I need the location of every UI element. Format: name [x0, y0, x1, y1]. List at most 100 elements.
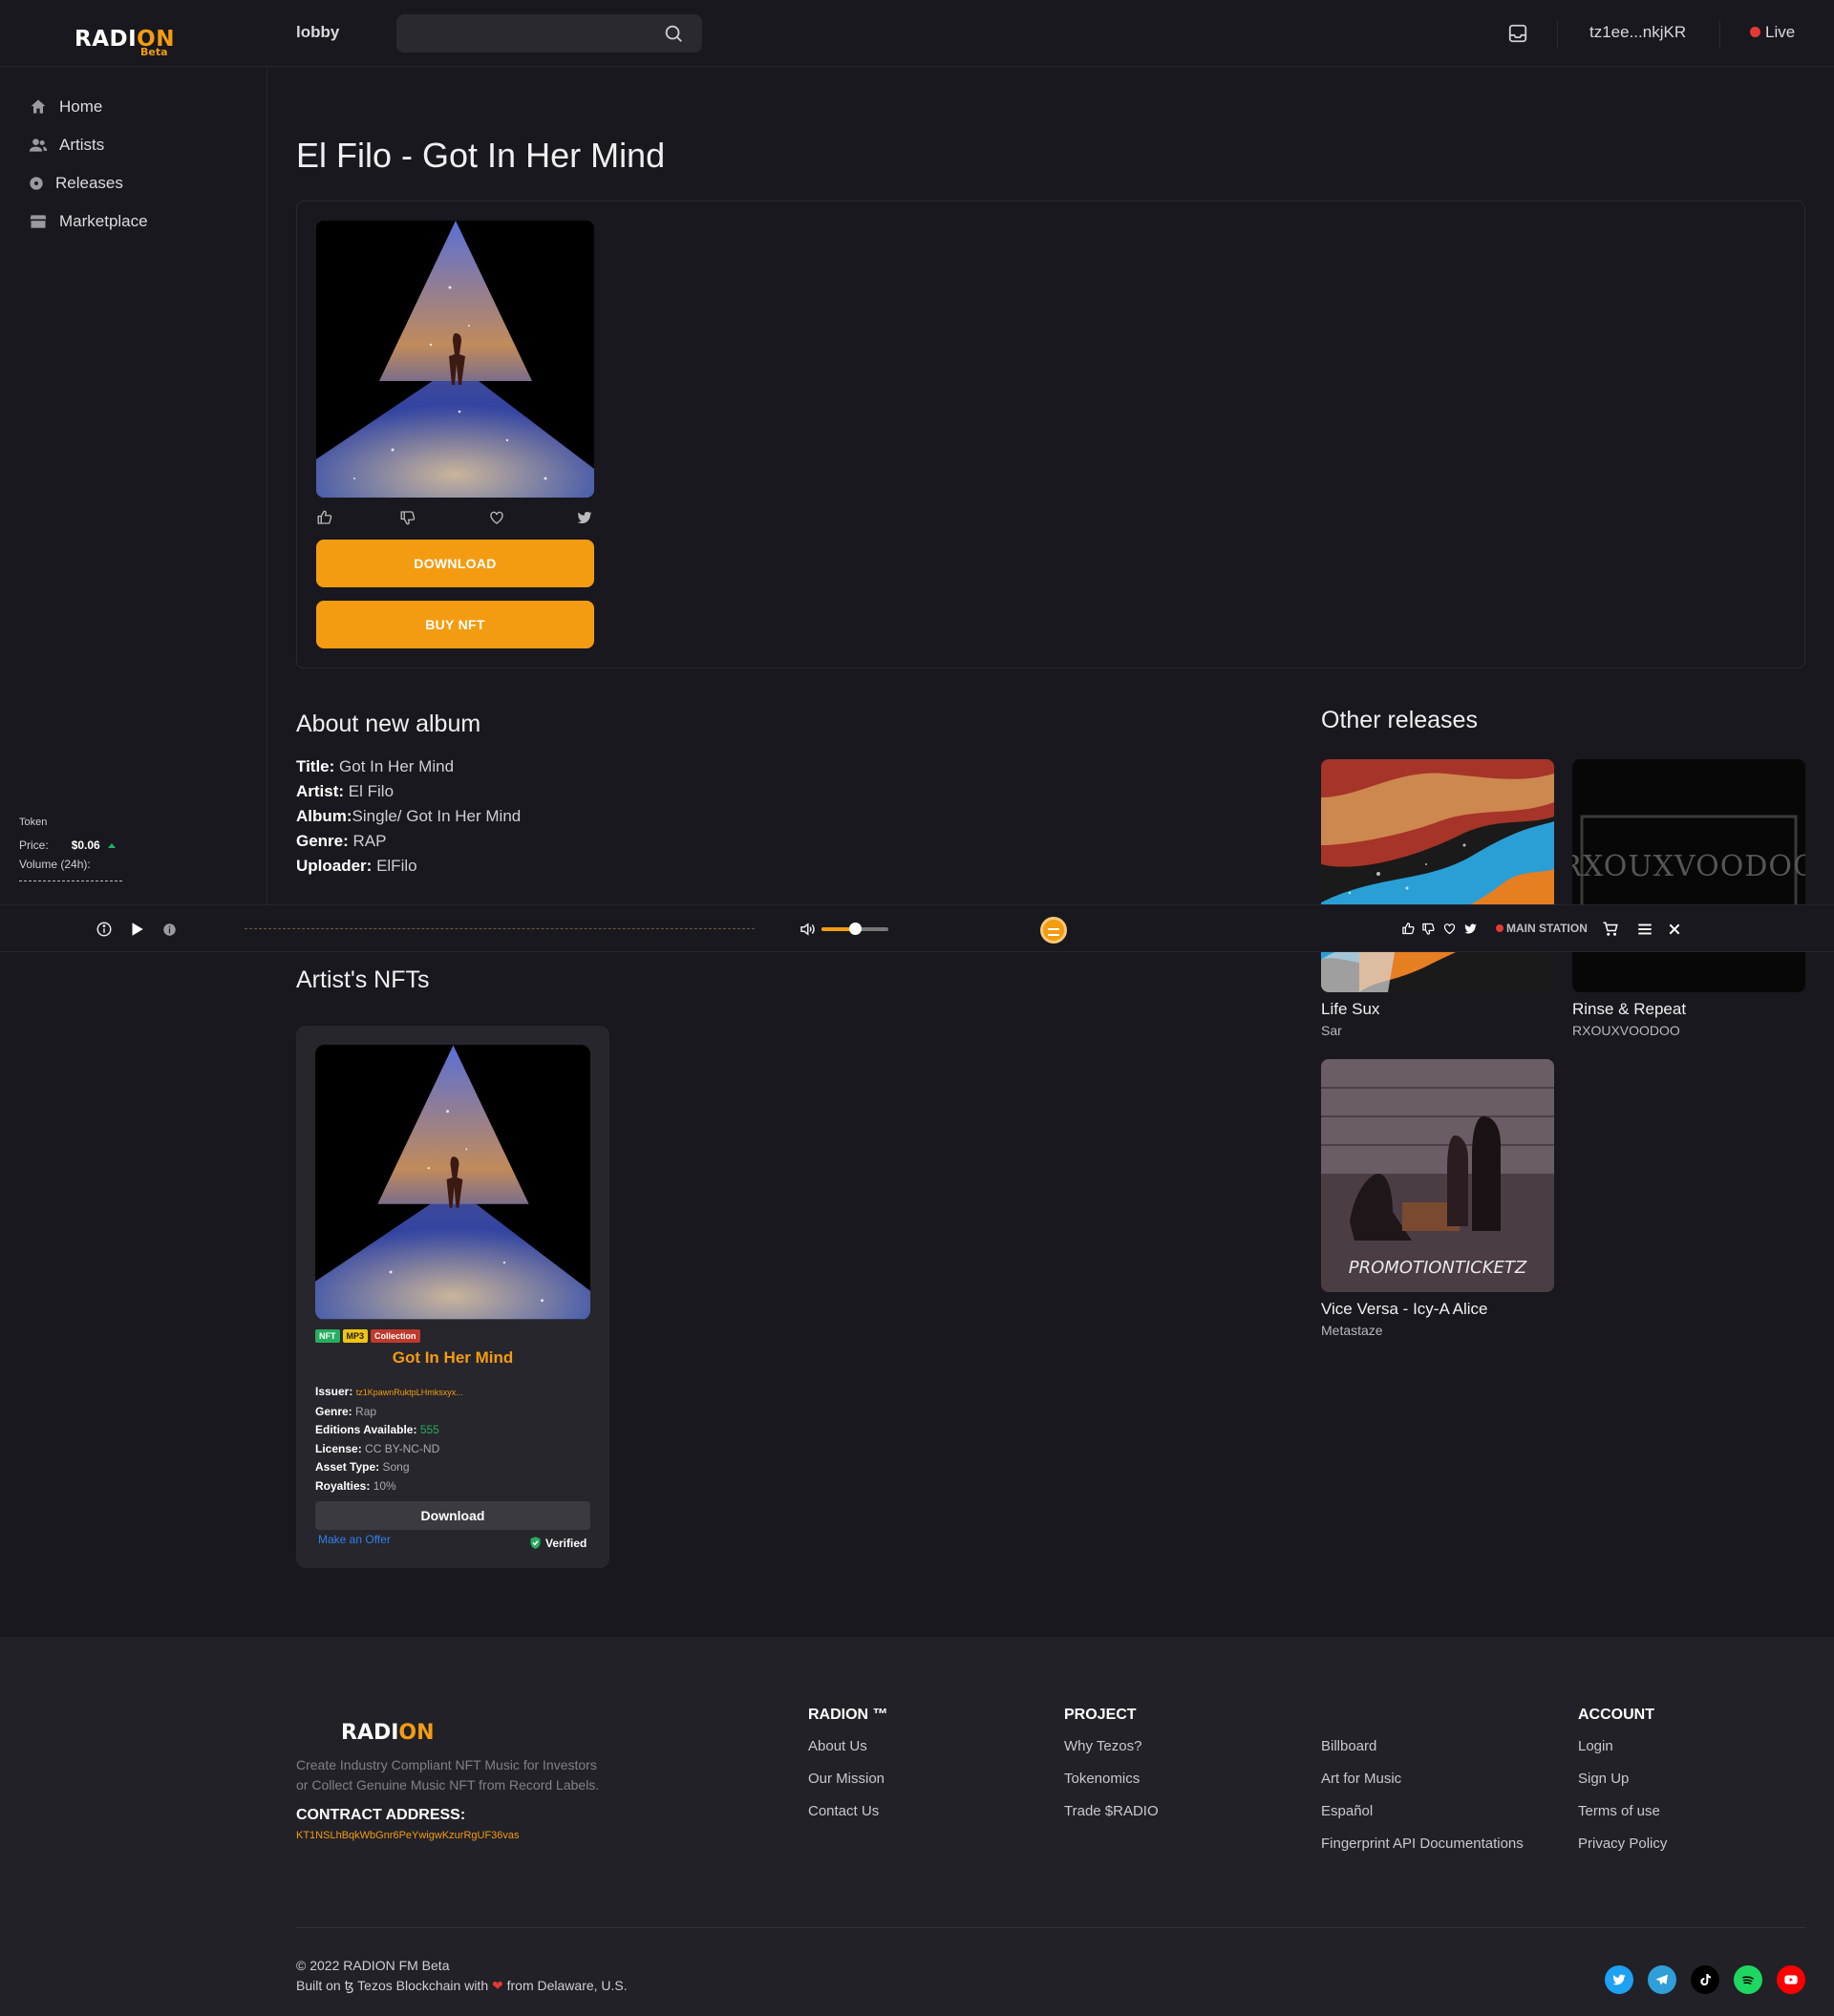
release-tile-rinse-repeat[interactable]: RXOUXVOODOO Rinse & Repeat RXOUXVOODOO [1572, 759, 1805, 1038]
release-tile-life-sux[interactable]: Life Sux Sar [1321, 759, 1554, 1038]
detail-album: Album:Single/ Got In Her Mind [296, 807, 522, 825]
footer-link-trade[interactable]: Trade $RADIO [1064, 1802, 1159, 1835]
spotify-icon[interactable] [1734, 1965, 1762, 1994]
live-indicator[interactable]: Live [1750, 23, 1795, 42]
footer-link-contact[interactable]: Contact Us [808, 1802, 888, 1835]
footer-link-mission[interactable]: Our Mission [808, 1770, 888, 1802]
nft-details: Issuer: tz1KpawnRuktpLHmksxyx... Genre: … [315, 1385, 463, 1493]
artist-nfts-heading: Artist's NFTs [296, 966, 430, 993]
badge-collection: Collection [371, 1329, 420, 1343]
heart-icon[interactable] [488, 509, 505, 526]
footer-link-billboard[interactable]: Billboard [1321, 1737, 1524, 1770]
top-bar: RADION Beta lobby tz1ee...nkjKR Live [0, 0, 1834, 67]
footer-link-privacy[interactable]: Privacy Policy [1578, 1835, 1667, 1867]
detail-title: Title: Got In Her Mind [296, 757, 455, 775]
search-icon[interactable] [663, 23, 684, 44]
store-icon [30, 215, 47, 228]
nft-card[interactable]: NFT MP3 Collection Got In Her Mind Issuer:… [296, 1026, 609, 1568]
footer-link-terms[interactable]: Terms of use [1578, 1802, 1667, 1835]
svg-text:PROMOTIONTICKETZ: PROMOTIONTICKETZ [1349, 1258, 1527, 1278]
reaction-bar [316, 509, 594, 528]
make-offer-link[interactable]: Make an Offer [318, 1533, 391, 1546]
live-dot-icon [1750, 27, 1760, 37]
footer-link-signup[interactable]: Sign Up [1578, 1770, 1667, 1802]
album-cover [316, 221, 594, 498]
footer-link-tokenomics[interactable]: Tokenomics [1064, 1770, 1159, 1802]
contract-heading: CONTRACT ADDRESS: [296, 1807, 466, 1823]
verified-badge: Verified [528, 1536, 586, 1550]
youtube-icon[interactable] [1777, 1965, 1805, 1994]
other-releases-heading: Other releases [1321, 707, 1478, 733]
footer-link-why-tezos[interactable]: Why Tezos? [1064, 1737, 1159, 1770]
footer: RADION Create Industry Compliant NFT Mus… [0, 1637, 1834, 2016]
play-icon[interactable] [128, 921, 145, 938]
volume-icon[interactable] [799, 921, 816, 938]
telegram-icon[interactable] [1648, 1965, 1676, 1994]
twitter-icon[interactable] [1463, 922, 1478, 936]
release-artist: Sar [1321, 1023, 1342, 1038]
menu-icon[interactable] [1636, 921, 1653, 938]
col-heading: PROJECT [1064, 1707, 1137, 1723]
release-title: Life Sux [1321, 1000, 1380, 1018]
nft-title[interactable]: Got In Her Mind [296, 1348, 609, 1368]
release-artist: Metastaze [1321, 1323, 1383, 1338]
badge-nft: NFT [315, 1329, 340, 1343]
contract-address[interactable]: KT1NSLhBqkWbGnr6PeYwigwKzurRgUF36vas [296, 1830, 520, 1841]
footer-col-account: ACCOUNT Login Sign Up Terms of use Priva… [1578, 1707, 1667, 1867]
svg-text:RXOUXVOODOO: RXOUXVOODOO [1572, 850, 1805, 883]
nft-download-button[interactable]: Download [315, 1501, 590, 1530]
album-details: Title: Got In Her Mind Artist: El Filo A… [296, 754, 521, 879]
details-icon[interactable] [162, 923, 177, 937]
twitter-share-icon[interactable] [576, 509, 593, 526]
station-selector[interactable]: MAIN STATION [1496, 922, 1588, 935]
footer-logo[interactable]: RADION [341, 1721, 435, 1745]
about-heading: About new album [296, 711, 481, 737]
release-card: DOWNLOAD BUY NFT [296, 201, 1805, 668]
footer-col-radion: RADION ™ About Us Our Mission Contact Us [808, 1707, 888, 1835]
sidebar-item-releases[interactable]: Releases [29, 174, 123, 193]
buy-nft-button[interactable]: BUY NFT [316, 601, 594, 648]
footer-link-art-for-music[interactable]: Art for Music [1321, 1770, 1524, 1802]
footer-link-about[interactable]: About Us [808, 1737, 888, 1770]
thumbs-down-icon[interactable] [1421, 922, 1436, 936]
shield-check-icon [530, 1537, 541, 1549]
radion-logo[interactable]: RADION Beta [75, 27, 175, 58]
footer-col-more: Billboard Art for Music Español Fingerpr… [1321, 1707, 1524, 1867]
footer-link-fingerprint-api[interactable]: Fingerprint API Documentations [1321, 1835, 1524, 1867]
radio-token-icon[interactable] [1040, 917, 1067, 944]
divider [1719, 21, 1720, 48]
wallet-address[interactable]: tz1ee...nkjKR [1589, 23, 1686, 42]
token-widget: Token Price: $0.06 Volume (24h): [19, 817, 124, 881]
release-tile-vice-versa[interactable]: PROMOTIONTICKETZ Vice Versa - Icy-A Alic… [1321, 1059, 1554, 1338]
twitter-icon[interactable] [1605, 1965, 1633, 1994]
footer-link-login[interactable]: Login [1578, 1737, 1667, 1770]
release-art [1321, 759, 1554, 992]
download-button[interactable]: DOWNLOAD [316, 540, 594, 587]
search-input[interactable] [396, 14, 702, 53]
volume-knob[interactable] [849, 923, 862, 935]
detail-artist: Artist: El Filo [296, 782, 395, 800]
copyright: © 2022 RADION FM Beta Built on ꜩ Tezos B… [296, 1958, 628, 1993]
close-icon[interactable] [1668, 923, 1681, 936]
detail-uploader: Uploader: ElFilo [296, 857, 417, 875]
tiktok-icon[interactable] [1691, 1965, 1719, 1994]
footer-col-project: PROJECT Why Tezos? Tokenomics Trade $RAD… [1064, 1707, 1159, 1835]
footer-divider [296, 1927, 1805, 1928]
thumbs-up-icon[interactable] [316, 509, 333, 526]
thumbs-down-icon[interactable] [399, 509, 416, 526]
inbox-icon[interactable] [1507, 23, 1528, 44]
detail-genre: Genre: RAP [296, 832, 387, 850]
cart-icon[interactable] [1602, 921, 1619, 938]
heart-icon[interactable] [1442, 922, 1457, 936]
volume-slider[interactable] [821, 923, 888, 935]
issuer-address[interactable]: tz1KpawnRuktpLHmksxyx... [356, 1388, 463, 1397]
sidebar-item-artists[interactable]: Artists [29, 136, 104, 155]
info-circle-icon[interactable] [96, 921, 113, 938]
sidebar-item-home[interactable]: Home [29, 97, 102, 117]
track-progress[interactable] [245, 928, 755, 929]
users-icon [29, 138, 48, 152]
thumbs-up-icon[interactable] [1401, 922, 1416, 936]
live-dot-icon [1496, 924, 1503, 932]
footer-link-espanol[interactable]: Español [1321, 1802, 1524, 1835]
sidebar-item-marketplace[interactable]: Marketplace [29, 212, 148, 231]
